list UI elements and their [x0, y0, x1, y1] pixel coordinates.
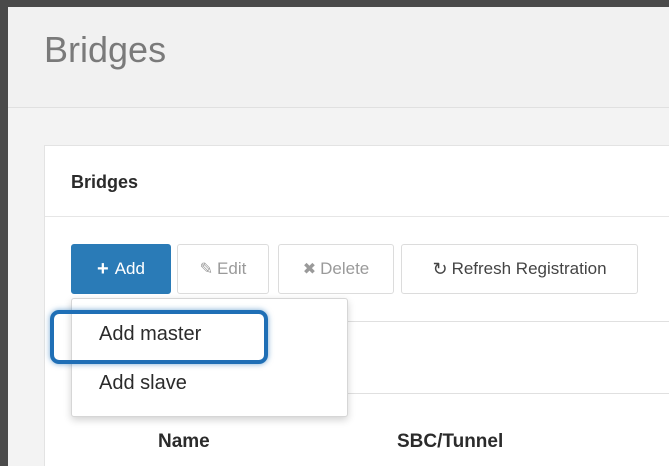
app-frame: Bridges Bridges + Add ✎ Edit ✖ Delete ↻ … [8, 7, 669, 466]
delete-button-label: Delete [320, 259, 370, 278]
delete-button[interactable]: ✖ Delete [278, 244, 394, 294]
table-divider [346, 321, 669, 322]
refresh-button-label: Refresh Registration [451, 259, 607, 278]
plus-icon: + [97, 257, 109, 280]
add-dropdown-menu: Add master Add slave [71, 298, 348, 417]
column-header-name[interactable]: Name [158, 431, 210, 453]
menu-item-add-slave[interactable]: Add slave [99, 372, 187, 395]
page-header: Bridges [8, 7, 669, 108]
x-icon: ✖ [302, 261, 317, 278]
card-divider [45, 216, 669, 217]
card-title: Bridges [71, 172, 139, 192]
pencil-icon: ✎ [199, 261, 214, 278]
refresh-icon: ↻ [432, 258, 448, 279]
refresh-registration-button[interactable]: ↻ Refresh Registration [401, 244, 638, 294]
add-button[interactable]: + Add [71, 244, 171, 294]
page-title: Bridges [44, 29, 167, 70]
edit-button-label: Edit [217, 259, 247, 278]
edit-button[interactable]: ✎ Edit [177, 244, 269, 294]
column-header-sbc-tunnel[interactable]: SBC/Tunnel [397, 431, 503, 453]
add-button-label: Add [114, 259, 145, 278]
table-divider [346, 393, 669, 394]
menu-item-add-master[interactable]: Add master [99, 323, 201, 346]
